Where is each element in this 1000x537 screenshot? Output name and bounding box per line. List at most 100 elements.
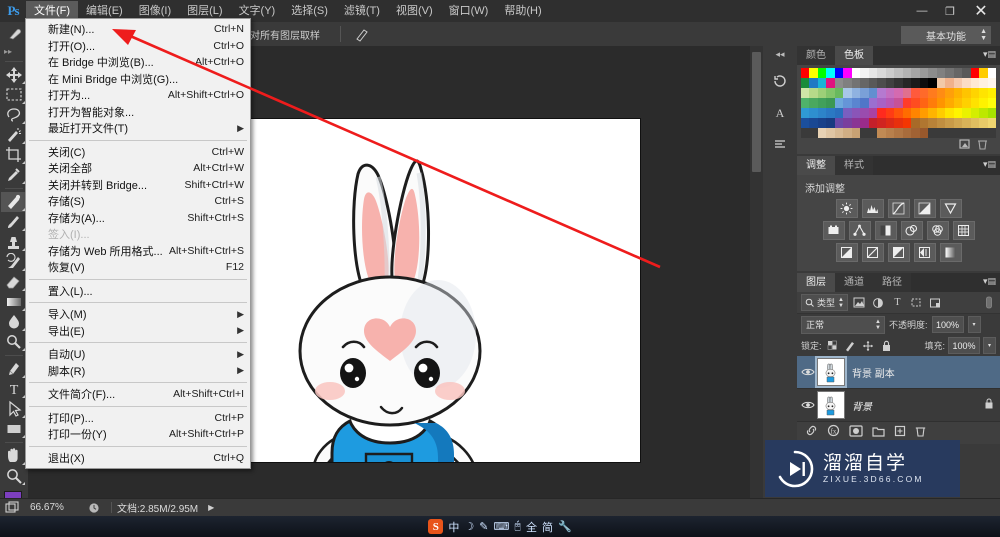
file-menu-item[interactable]: 退出(X) Ctrl+Q bbox=[26, 450, 250, 467]
swatch-4-1[interactable] bbox=[809, 108, 818, 118]
swatch-3-21[interactable] bbox=[979, 98, 988, 108]
swatch-2-11[interactable] bbox=[894, 88, 903, 98]
swatch-3-15[interactable] bbox=[928, 98, 937, 108]
swatch-5-12[interactable] bbox=[902, 118, 912, 128]
swatch-4-6[interactable] bbox=[851, 108, 861, 118]
swatch-5-16[interactable] bbox=[936, 118, 946, 128]
file-menu-item[interactable]: 关闭(C) Ctrl+W bbox=[26, 144, 250, 161]
swatch-3-5[interactable] bbox=[843, 98, 852, 108]
close-button[interactable]: ✕ bbox=[964, 1, 998, 21]
swatch-1-9[interactable] bbox=[877, 78, 886, 88]
layer-row[interactable]: 背景 bbox=[797, 389, 1000, 422]
threshold-icon[interactable] bbox=[887, 243, 910, 262]
swatch-4-2[interactable] bbox=[817, 108, 827, 118]
file-menu-item[interactable]: 导入(M) ▶ bbox=[26, 306, 250, 323]
swatch-4-22[interactable] bbox=[987, 108, 996, 118]
swatch-4-17[interactable] bbox=[945, 108, 954, 118]
file-menu-item[interactable]: 打开为... Alt+Shift+Ctrl+O bbox=[26, 87, 250, 104]
new-swatch-icon[interactable] bbox=[959, 137, 971, 155]
swatch-4-9[interactable] bbox=[877, 108, 886, 118]
ime-toolbar[interactable]: S 中 ☽ ✎ ⌨ 🖰 全简 🔧 bbox=[428, 519, 572, 535]
swatch-1-17[interactable] bbox=[945, 78, 954, 88]
swatch-5-6[interactable] bbox=[851, 118, 861, 128]
swatch-0-6[interactable] bbox=[851, 68, 861, 78]
swatch-4-21[interactable] bbox=[979, 108, 988, 118]
posterize-icon[interactable] bbox=[861, 243, 884, 262]
swatch-3-17[interactable] bbox=[945, 98, 954, 108]
swatch-2-9[interactable] bbox=[877, 88, 886, 98]
file-menu-item[interactable]: 自动(U) ▶ bbox=[26, 346, 250, 363]
swatch-6-0[interactable] bbox=[801, 128, 810, 138]
swatch-6-11[interactable] bbox=[894, 128, 903, 138]
brush-tool[interactable] bbox=[1, 212, 27, 232]
vibrance-icon[interactable] bbox=[939, 199, 962, 218]
swatch-1-6[interactable] bbox=[851, 78, 861, 88]
swatch-4-20[interactable] bbox=[970, 108, 980, 118]
swatch-3-10[interactable] bbox=[885, 98, 895, 108]
rectangle-tool[interactable] bbox=[1, 419, 27, 439]
file-menu-item[interactable]: 存储为(A)... Shift+Ctrl+S bbox=[26, 210, 250, 227]
swatch-2-16[interactable] bbox=[936, 88, 946, 98]
channel-mixer-icon[interactable] bbox=[926, 221, 949, 240]
swatch-3-6[interactable] bbox=[851, 98, 861, 108]
status-menu-chevron-icon[interactable]: ▶ bbox=[208, 503, 214, 512]
swatch-1-11[interactable] bbox=[894, 78, 903, 88]
swatch-5-4[interactable] bbox=[834, 118, 844, 128]
swatch-0-15[interactable] bbox=[928, 68, 937, 78]
swatches-panel-menu-icon[interactable]: ▾▤ bbox=[983, 50, 996, 59]
swatch-3-14[interactable] bbox=[919, 98, 929, 108]
swatch-0-20[interactable] bbox=[970, 68, 980, 78]
swatch-4-15[interactable] bbox=[928, 108, 937, 118]
layers-panel-menu-icon[interactable]: ▾▤ bbox=[983, 277, 996, 286]
tab-图层[interactable]: 图层 bbox=[797, 273, 835, 292]
swatch-6-6[interactable] bbox=[851, 128, 861, 138]
swatch-4-16[interactable] bbox=[936, 108, 946, 118]
swatch-6-3[interactable] bbox=[826, 128, 835, 138]
menu-item-7[interactable]: 视图(V) bbox=[388, 1, 441, 21]
file-menu-item[interactable]: 打开(O)... Ctrl+O bbox=[26, 38, 250, 55]
swatch-5-17[interactable] bbox=[945, 118, 954, 128]
blur-tool[interactable] bbox=[1, 312, 27, 332]
paragraph-panel-icon[interactable] bbox=[767, 132, 793, 158]
swatch-6-5[interactable] bbox=[843, 128, 852, 138]
tab-调整[interactable]: 调整 bbox=[797, 156, 835, 175]
character-panel-icon[interactable]: A bbox=[767, 100, 793, 126]
file-menu-item[interactable]: 打印一份(Y) Alt+Shift+Ctrl+P bbox=[26, 426, 250, 443]
lock-all-icon[interactable] bbox=[879, 338, 894, 353]
history-brush-tool[interactable] bbox=[1, 252, 27, 272]
gradient-tool[interactable] bbox=[1, 292, 27, 312]
ime-item-1[interactable]: ☽ bbox=[464, 520, 474, 533]
swatch-2-22[interactable] bbox=[987, 88, 996, 98]
swatch-5-7[interactable] bbox=[860, 118, 869, 128]
ime-item-3[interactable]: ⌨ bbox=[493, 520, 509, 533]
file-dropdown-menu[interactable]: 新建(N)... Ctrl+N 打开(O)... Ctrl+O 在 Bridge 中浏览… bbox=[25, 18, 251, 469]
blend-mode-select[interactable]: 正常 ▲ ▼ bbox=[801, 315, 885, 334]
swatch-5-2[interactable] bbox=[817, 118, 827, 128]
ime-item-4[interactable]: 🖰 bbox=[514, 520, 521, 533]
swatch-1-15[interactable] bbox=[928, 78, 937, 88]
swatch-3-3[interactable] bbox=[826, 98, 835, 108]
file-menu-item[interactable]: 在 Mini Bridge 中浏览(G)... bbox=[26, 71, 250, 88]
swatch-3-1[interactable] bbox=[809, 98, 818, 108]
menu-item-6[interactable]: 滤镜(T) bbox=[336, 1, 388, 21]
swatch-5-3[interactable] bbox=[826, 118, 835, 128]
swatch-0-0[interactable] bbox=[801, 68, 810, 78]
swatch-2-4[interactable] bbox=[834, 88, 844, 98]
swatch-1-7[interactable] bbox=[860, 78, 869, 88]
filter-pixel-icon[interactable] bbox=[852, 295, 867, 310]
swatch-0-16[interactable] bbox=[936, 68, 946, 78]
swatch-6-22[interactable] bbox=[987, 128, 996, 138]
swatch-2-0[interactable] bbox=[801, 88, 810, 98]
swatch-4-8[interactable] bbox=[868, 108, 878, 118]
hand-tool[interactable] bbox=[1, 446, 27, 466]
swatch-0-10[interactable] bbox=[885, 68, 895, 78]
swatch-1-3[interactable] bbox=[826, 78, 835, 88]
fill-stepper[interactable]: ▾ bbox=[983, 337, 996, 354]
sogou-ime-logo[interactable]: S bbox=[428, 519, 444, 534]
ime-item-2[interactable]: ✎ bbox=[479, 520, 488, 533]
swatch-2-2[interactable] bbox=[817, 88, 827, 98]
dock-collapse-button[interactable]: ◂◂ bbox=[763, 46, 797, 62]
lasso-tool[interactable] bbox=[1, 105, 27, 125]
swatch-5-22[interactable] bbox=[987, 118, 996, 128]
swatch-1-0[interactable] bbox=[801, 78, 810, 88]
